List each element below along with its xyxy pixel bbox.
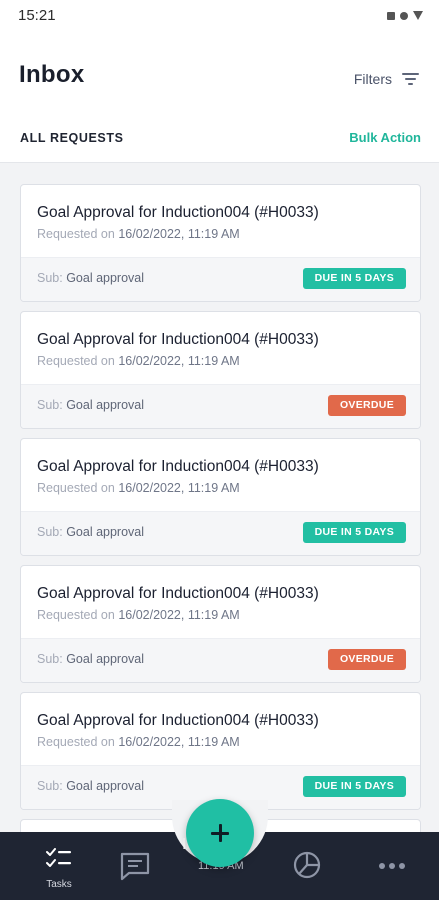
request-subject: Sub: Goal approval bbox=[37, 398, 145, 412]
filter-icon bbox=[402, 72, 419, 86]
request-date: Requested on 16/02/2022, 11:19 AM bbox=[37, 354, 240, 368]
request-date: Requested on 16/02/2022, 11:19 AM bbox=[37, 481, 240, 495]
nav-label-tasks: Tasks bbox=[46, 879, 72, 890]
notification-icon bbox=[387, 11, 395, 20]
request-title: Goal Approval for Induction004 (#H0033) bbox=[37, 712, 319, 729]
more-icon bbox=[379, 863, 405, 869]
request-subject: Sub: Goal approval bbox=[37, 652, 145, 666]
request-subject: Sub: Goal approval bbox=[37, 779, 145, 793]
page-title: Inbox bbox=[19, 61, 85, 88]
add-request-button[interactable] bbox=[186, 799, 254, 867]
status-time: 15:21 bbox=[18, 7, 56, 24]
status-badge: OVERDUE bbox=[327, 649, 406, 670]
status-badge: DUE IN 5 DAYS bbox=[302, 268, 406, 289]
request-card[interactable]: Goal Approval for Induction004 (#H0033) … bbox=[20, 565, 421, 683]
card-footer: Sub: Goal approval OVERDUE bbox=[21, 638, 420, 682]
signal-icon bbox=[413, 11, 423, 20]
filters-button[interactable]: Filters bbox=[354, 71, 419, 87]
tasks-icon bbox=[46, 848, 71, 867]
request-subject: Sub: Goal approval bbox=[37, 525, 145, 539]
status-badge: DUE IN 5 DAYS bbox=[302, 522, 406, 543]
inbox-header: Inbox Filters ALL REQUESTS Bulk Action bbox=[0, 34, 439, 163]
nav-item-messages[interactable] bbox=[100, 832, 170, 900]
request-card[interactable]: Goal Approval for Induction004 (#H0033) … bbox=[20, 692, 421, 810]
request-card[interactable]: Goal Approval for Induction004 (#H0033) … bbox=[20, 184, 421, 302]
status-badge: DUE IN 5 DAYS bbox=[302, 776, 406, 797]
card-footer: Sub: Goal approval OVERDUE bbox=[21, 384, 420, 428]
filters-label: Filters bbox=[353, 71, 392, 87]
nav-item-more[interactable] bbox=[357, 832, 427, 900]
bulk-action-button[interactable]: Bulk Action bbox=[349, 130, 421, 145]
status-icons bbox=[387, 11, 423, 20]
nav-item-analytics[interactable] bbox=[271, 832, 341, 900]
section-label: ALL REQUESTS bbox=[20, 131, 124, 145]
request-title: Goal Approval for Induction004 (#H0033) bbox=[37, 331, 319, 348]
request-card[interactable]: Goal Approval for Induction004 (#H0033) … bbox=[20, 311, 421, 429]
card-footer: Sub: Goal approval DUE IN 5 DAYS bbox=[21, 257, 420, 301]
request-title: Goal Approval for Induction004 (#H0033) bbox=[37, 204, 319, 221]
card-footer: Sub: Goal approval DUE IN 5 DAYS bbox=[21, 511, 420, 555]
analytics-icon bbox=[293, 851, 321, 879]
request-date: Requested on 16/02/2022, 11:19 AM bbox=[37, 735, 240, 749]
record-icon bbox=[400, 11, 408, 20]
request-date: Requested on 16/02/2022, 11:19 AM bbox=[37, 608, 240, 622]
nav-item-tasks[interactable]: Tasks bbox=[24, 832, 94, 900]
request-title: Goal Approval for Induction004 (#H0033) bbox=[37, 585, 319, 602]
status-badge: OVERDUE bbox=[327, 395, 406, 416]
status-bar: 15:21 bbox=[0, 0, 439, 34]
request-subject: Sub: Goal approval bbox=[37, 271, 145, 285]
chat-icon bbox=[120, 852, 150, 881]
request-title: Goal Approval for Induction004 (#H0033) bbox=[37, 458, 319, 475]
request-date: Requested on 16/02/2022, 11:19 AM bbox=[37, 227, 240, 241]
request-card[interactable]: Goal Approval for Induction004 (#H0033) … bbox=[20, 438, 421, 556]
